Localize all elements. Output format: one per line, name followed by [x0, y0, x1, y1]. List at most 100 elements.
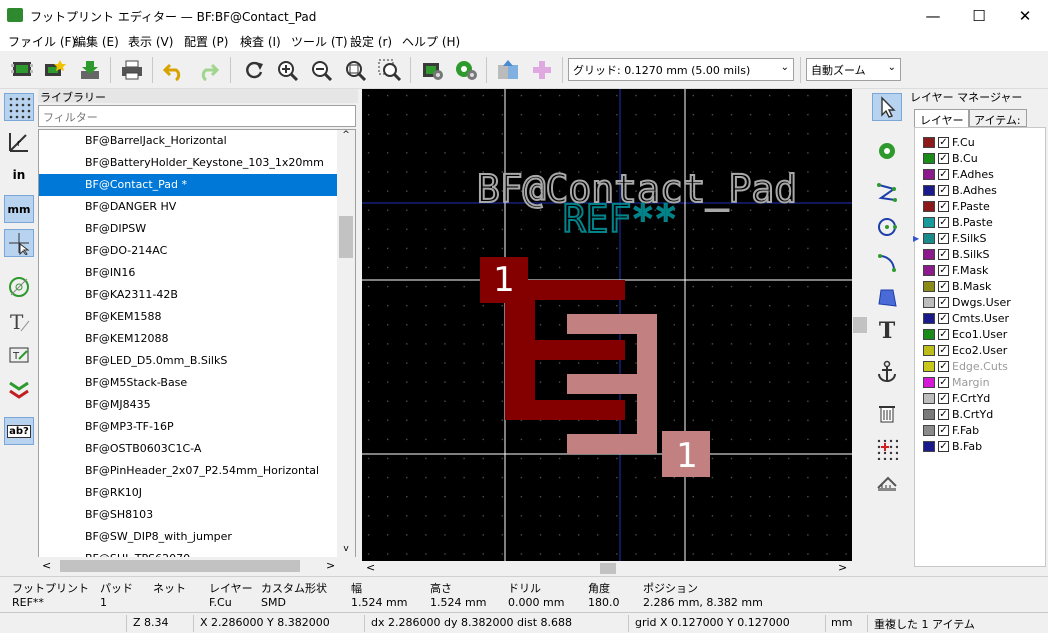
layer-visibility-checkbox[interactable]: ✓ [938, 184, 949, 196]
library-item[interactable]: BF@RK10J [39, 482, 337, 504]
canvas-vscroll-thumb[interactable] [853, 317, 867, 333]
grid-select[interactable]: グリッド: 0.1270 mm (5.00 mils) ⌄ [568, 58, 794, 81]
layer-row[interactable]: ✓ F.Mask [923, 262, 988, 278]
layer-visibility-checkbox[interactable]: ✓ [938, 264, 949, 276]
layer-visibility-checkbox[interactable]: ✓ [938, 360, 949, 372]
library-item[interactable]: BF@KEM12088 [39, 328, 337, 350]
library-item[interactable]: BF@SW_DIP8_with_jumper [39, 526, 337, 548]
layer-row[interactable]: ✓ F.CrtYd [923, 390, 990, 406]
anchor-icon[interactable] [872, 357, 902, 385]
draw-circle-icon[interactable] [872, 213, 902, 241]
layer-visibility-checkbox[interactable]: ✓ [938, 408, 949, 420]
new-footprint-wizard-icon[interactable] [40, 56, 68, 84]
library-item[interactable]: BF@M5Stack-Base [39, 372, 337, 394]
close-button[interactable]: ✕ [1002, 0, 1048, 31]
layer-row[interactable]: ✓ F.Adhes [923, 166, 994, 182]
layer-visibility-checkbox[interactable]: ✓ [938, 392, 949, 404]
menu-tools[interactable]: ツール (T) [291, 33, 348, 50]
layer-color-swatch[interactable] [923, 152, 935, 164]
units-inch-icon[interactable]: in [4, 161, 34, 189]
layer-row[interactable]: ✓ B.Paste [923, 214, 993, 230]
library-item[interactable]: BF@DIPSW [39, 218, 337, 240]
layer-row[interactable]: ✓ B.Adhes [923, 182, 997, 198]
layer-color-swatch[interactable] [923, 424, 935, 436]
layer-visibility-checkbox[interactable]: ✓ [938, 200, 949, 212]
layer-color-swatch[interactable] [923, 296, 935, 308]
insert-footprint-icon[interactable] [494, 56, 522, 84]
tab-items[interactable]: アイテム: [968, 109, 1027, 127]
layer-color-swatch[interactable] [923, 376, 935, 388]
menu-view[interactable]: 表示 (V) [128, 33, 173, 50]
layer-row[interactable]: ✓ F.Cu [923, 134, 975, 150]
menu-settings[interactable]: 設定 (r) [350, 33, 392, 50]
new-footprint-icon[interactable] [8, 56, 36, 84]
library-item[interactable]: BF@OSTB0603C1C-A [39, 438, 337, 460]
undo-icon[interactable] [160, 56, 188, 84]
delete-trash-icon[interactable] [872, 399, 902, 427]
layer-color-swatch[interactable] [923, 136, 935, 148]
library-scroll-thumb[interactable] [339, 216, 353, 258]
layer-visibility-checkbox[interactable]: ✓ [938, 376, 949, 388]
footprint-reference-text[interactable]: REF** [562, 196, 678, 242]
footprint-canvas[interactable]: BF@Contact_Pad REF** 1 1 [362, 89, 852, 561]
library-horizontal-scrollbar[interactable]: < > [38, 557, 356, 575]
zoom-select[interactable]: 自動ズーム ⌄ [806, 58, 901, 81]
canvas-horizontal-scrollbar[interactable]: < > [362, 561, 852, 576]
layer-visibility-checkbox[interactable]: ✓ [938, 344, 949, 356]
layer-row[interactable]: ✓ B.Cu [923, 150, 978, 166]
polar-coords-icon[interactable]: r [4, 127, 34, 155]
canvas-hscroll-thumb[interactable] [600, 563, 616, 574]
library-item[interactable]: BF@DANGER HV [39, 196, 337, 218]
layer-row[interactable]: ✓ F.Paste [923, 198, 990, 214]
grid-origin-icon[interactable] [872, 435, 902, 463]
canvas-vertical-scrollbar[interactable] [852, 89, 868, 576]
menu-inspect[interactable]: 検査 (I) [240, 33, 281, 50]
layer-color-swatch[interactable] [923, 440, 935, 452]
draw-polygon-icon[interactable] [872, 283, 902, 311]
layer-color-swatch[interactable] [923, 264, 935, 276]
menu-help[interactable]: ヘルプ (H) [402, 33, 460, 50]
save-icon[interactable] [76, 56, 104, 84]
text-sketch-icon[interactable]: T [4, 307, 34, 335]
menu-place[interactable]: 配置 (P) [184, 33, 228, 50]
pad-settings-icon[interactable] [452, 56, 480, 84]
cursor-shape-icon[interactable] [4, 229, 34, 257]
layer-visibility-checkbox[interactable]: ✓ [938, 296, 949, 308]
print-icon[interactable] [118, 56, 146, 84]
maximize-button[interactable]: ☐ [956, 0, 1002, 31]
layer-visibility-checkbox[interactable]: ✓ [938, 136, 949, 148]
search-text-icon[interactable]: ab? [4, 417, 34, 445]
scroll-right-icon[interactable]: > [838, 561, 847, 574]
layer-color-swatch[interactable] [923, 344, 935, 356]
layer-color-swatch[interactable] [923, 184, 935, 196]
layer-row[interactable]: ✓ Eco1.User [923, 326, 1007, 342]
layer-visibility-checkbox[interactable]: ✓ [938, 168, 949, 180]
library-item[interactable]: BF@KA2311-42B [39, 284, 337, 306]
layer-visibility-checkbox[interactable]: ✓ [938, 312, 949, 324]
layer-visibility-checkbox[interactable]: ✓ [938, 152, 949, 164]
layer-color-swatch[interactable] [923, 360, 935, 372]
library-vertical-scrollbar[interactable]: ^ v [337, 130, 355, 558]
layer-color-swatch[interactable] [923, 280, 935, 292]
layer-row[interactable]: ✓ Margin [923, 374, 990, 390]
add-pad-icon[interactable] [528, 56, 556, 84]
library-item[interactable]: BF@Contact_Pad * [39, 174, 337, 196]
library-item[interactable]: BF@DO-214AC [39, 240, 337, 262]
units-mm-icon[interactable]: mm [4, 195, 34, 223]
measure-icon[interactable] [872, 469, 902, 497]
layer-color-swatch[interactable] [923, 232, 935, 244]
library-hscroll-thumb[interactable] [60, 560, 300, 572]
pad-sketch-icon[interactable] [4, 273, 34, 301]
tab-layers[interactable]: レイヤー [914, 109, 970, 127]
layer-color-swatch[interactable] [923, 248, 935, 260]
graphics-sketch-icon[interactable]: T [4, 341, 34, 369]
layer-row[interactable]: ✓ Dwgs.User [923, 294, 1011, 310]
add-text-icon[interactable]: T [872, 317, 902, 345]
layer-visibility-checkbox[interactable]: ✓ [938, 248, 949, 260]
scroll-down-icon[interactable]: v [339, 544, 353, 558]
layer-color-swatch[interactable] [923, 216, 935, 228]
layer-color-swatch[interactable] [923, 328, 935, 340]
library-list[interactable]: BF@BarrelJack_Horizontal BF@BatteryHolder… [38, 129, 356, 559]
add-pad-tool-icon[interactable] [872, 137, 902, 165]
zoom-out-icon[interactable] [308, 56, 336, 84]
